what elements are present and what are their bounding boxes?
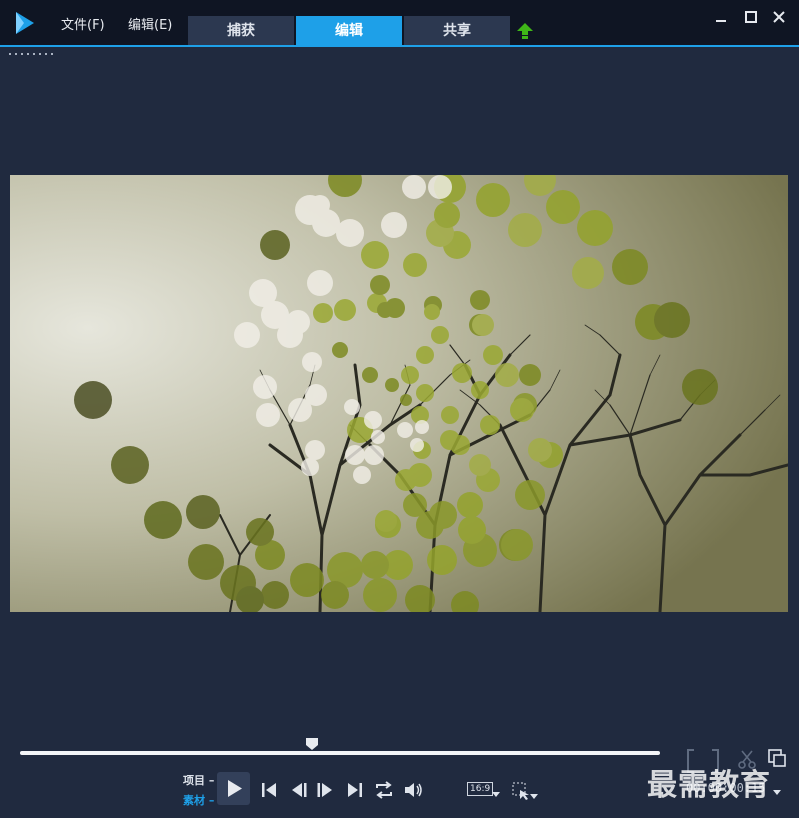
maximize-icon[interactable] <box>742 8 760 26</box>
mode-clip-text: 素材 <box>183 794 205 807</box>
repeat-icon[interactable] <box>373 779 395 801</box>
aspect-ratio-button[interactable]: 16:9 <box>467 782 494 796</box>
timecode-dropdown-icon[interactable] <box>772 788 782 796</box>
tab-underline <box>0 45 799 47</box>
mode-project-label[interactable]: 项目 – <box>183 772 214 788</box>
play-icon <box>228 780 242 797</box>
title-bar: 文件(F) 编辑(E) 捕获 编辑 共享 <box>0 0 799 46</box>
tab-edit[interactable]: 编辑 <box>296 16 402 46</box>
app-logo-icon <box>16 12 34 34</box>
go-to-end-icon[interactable] <box>344 779 366 801</box>
timeline-scrubber[interactable] <box>20 751 660 755</box>
aspect-ratio-text: 16:9 <box>470 784 491 794</box>
upload-icon[interactable] <box>516 22 534 40</box>
tab-share[interactable]: 共享 <box>404 16 510 46</box>
video-preview[interactable] <box>10 175 788 612</box>
preview-frame-image <box>10 175 788 612</box>
next-frame-icon[interactable] <box>314 779 336 801</box>
mode-clip-label[interactable]: 素材 – <box>183 792 214 808</box>
menu-edit[interactable]: 编辑(E) <box>128 14 172 33</box>
play-button[interactable] <box>217 772 250 805</box>
previous-frame-icon[interactable] <box>288 779 310 801</box>
watermark-text: 最需教育 <box>647 768 771 803</box>
playhead-icon[interactable] <box>305 737 319 751</box>
menu-file[interactable]: 文件(F) <box>61 14 105 33</box>
volume-icon[interactable] <box>402 779 424 801</box>
close-icon[interactable] <box>770 8 788 26</box>
minimize-icon[interactable] <box>712 8 730 26</box>
panel-grip-icon[interactable] <box>9 52 53 56</box>
go-to-start-icon[interactable] <box>258 779 280 801</box>
crop-dropdown-icon[interactable] <box>529 792 539 800</box>
mode-project-text: 项目 <box>183 774 205 787</box>
tab-capture[interactable]: 捕获 <box>188 16 294 46</box>
aspect-dropdown-icon[interactable] <box>491 790 501 798</box>
